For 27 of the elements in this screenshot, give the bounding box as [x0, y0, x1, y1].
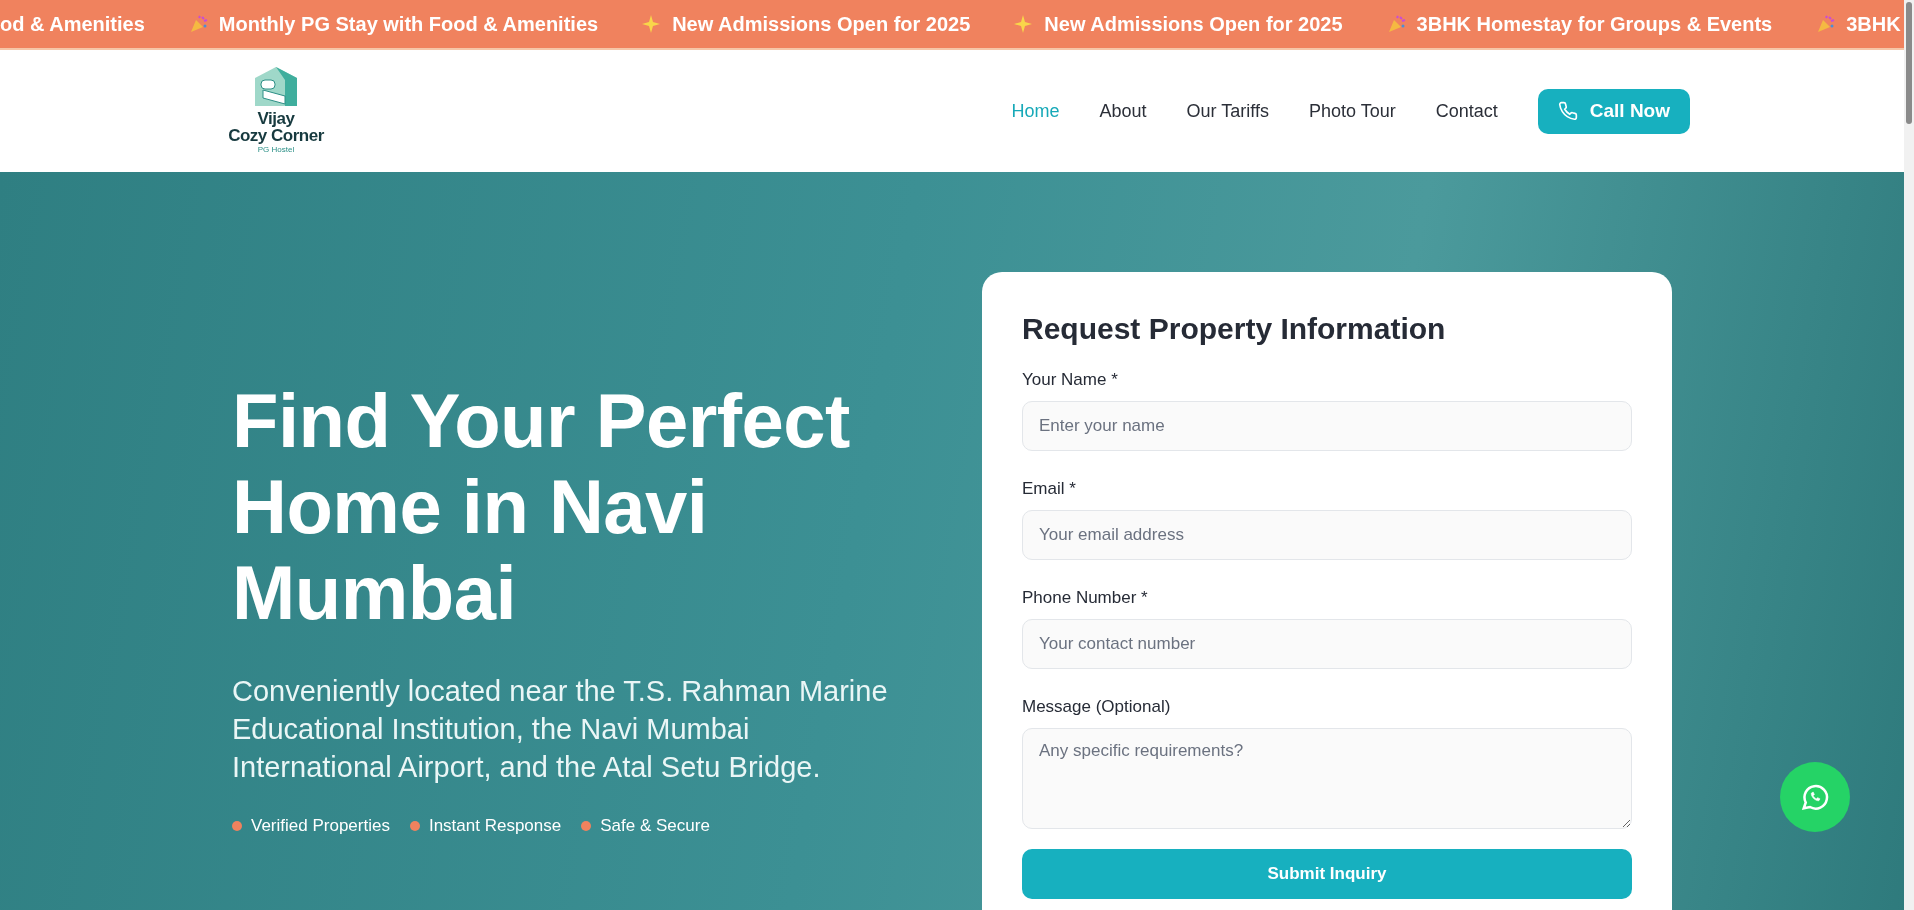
input-field[interactable]: Your contact number	[1022, 619, 1632, 669]
field-label: Phone Number *	[1022, 588, 1149, 608]
input-field[interactable]: Enter your name	[1022, 401, 1632, 451]
announcement-text: 3BHK Homestay for Groups & Events	[1416, 12, 1773, 36]
announcement-text: New Admissions Open for 2025	[1044, 12, 1343, 36]
hero-subtitle: Conveniently located near the T.S. Rahman Marine Educational Institution, the Navi Mumbai International Airport, and the Atal Setu Bridge.	[232, 674, 889, 785]
logo-text: Cozy Corner	[228, 127, 324, 144]
announcement-text: Monthly PG Stay with Food & Amenities	[218, 12, 599, 36]
field-label: Your Name *	[1022, 370, 1119, 390]
feature-text: Safe & Secure	[600, 816, 710, 836]
announcement-text: 3BHK	[1846, 12, 1901, 36]
feature-text: Verified Properties	[251, 816, 390, 836]
input-field[interactable]: Your email address	[1022, 510, 1632, 560]
message-field[interactable]: Any specific requirements?	[1022, 728, 1632, 829]
form-title: Request Property Information	[1022, 312, 1447, 346]
nav-link[interactable]: Contact	[1435, 100, 1498, 122]
announcement-text: od & Amenities	[0, 12, 145, 36]
feature-text: Instant Response	[428, 816, 562, 836]
nav-link[interactable]: About	[1099, 100, 1147, 122]
hero-title: Find Your Perfect Home in Navi Mumbai	[232, 378, 851, 636]
announcement-text: New Admissions Open for 2025	[672, 12, 971, 36]
field-label: Email *	[1022, 479, 1077, 499]
logo-tagline: PG Hostel	[257, 144, 295, 156]
field-label: Message (Optional)	[1022, 697, 1172, 717]
nav-link[interactable]: Our Tariffs	[1186, 100, 1269, 122]
logo-text: Vijay	[257, 110, 295, 127]
nav-link[interactable]: Photo Tour	[1309, 100, 1396, 122]
